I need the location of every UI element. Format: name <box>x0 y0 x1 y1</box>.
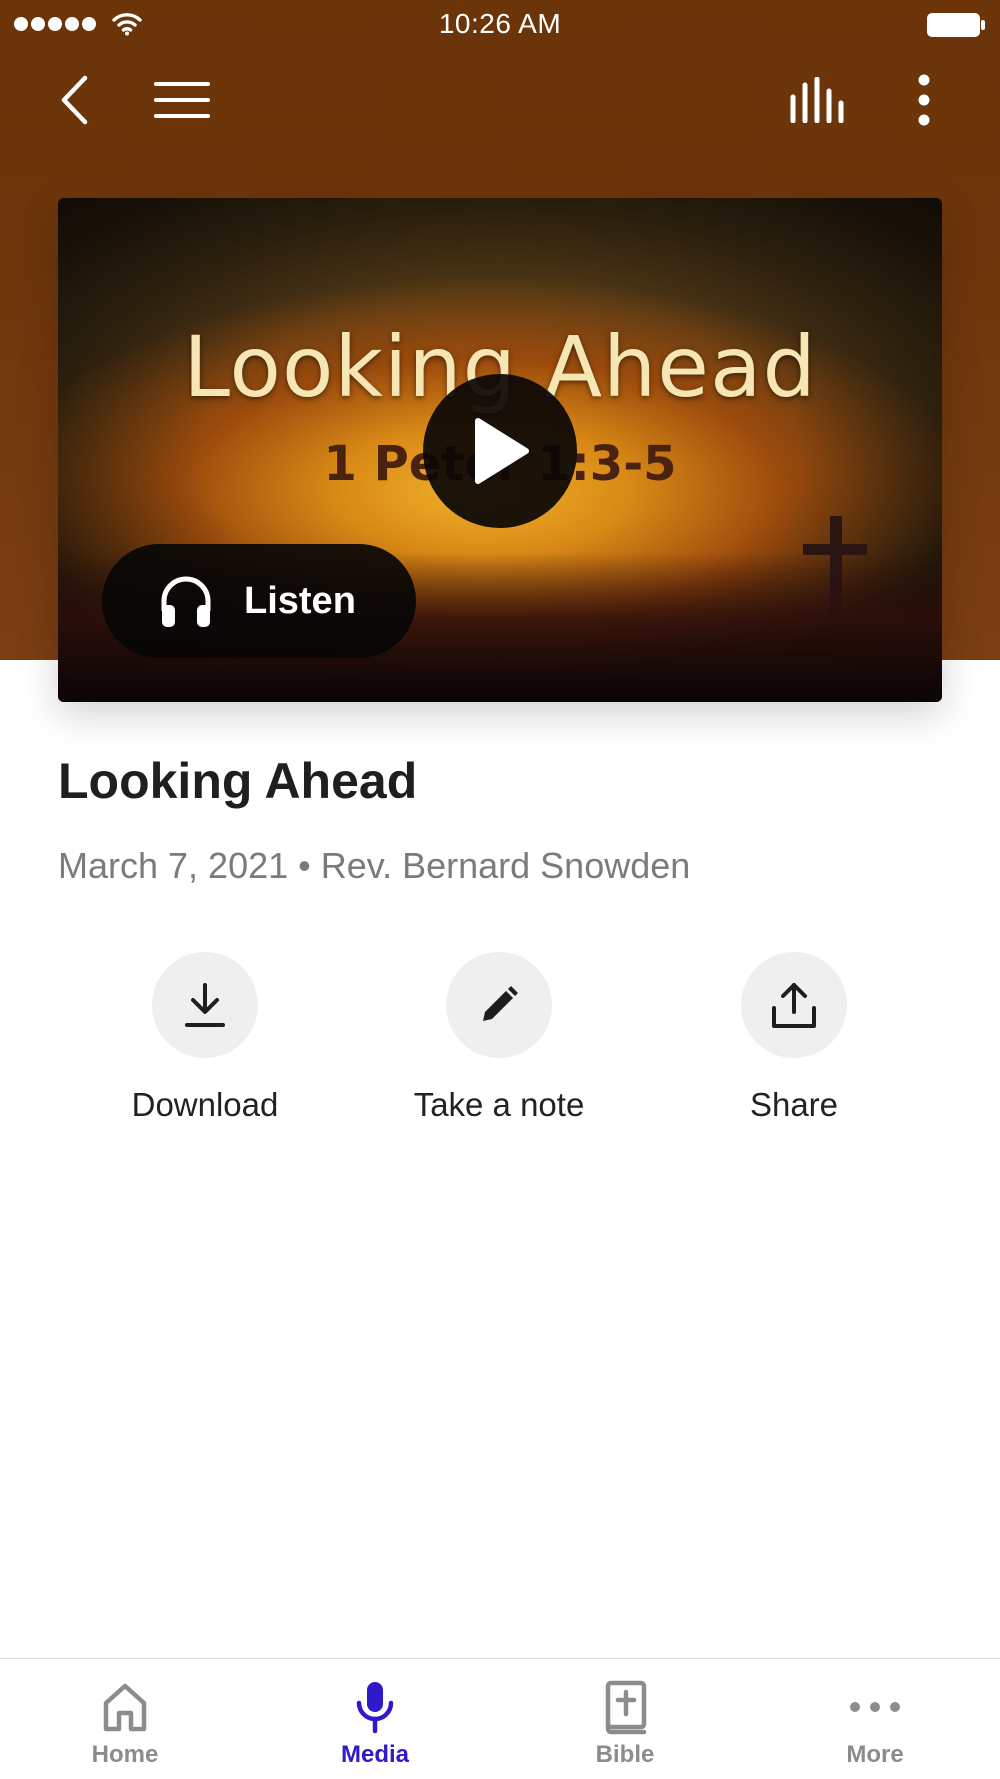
menu-button[interactable] <box>152 70 212 130</box>
share-label: Share <box>749 1086 839 1123</box>
play-icon <box>475 418 529 484</box>
download-circle <box>152 952 258 1058</box>
battery-icon <box>927 13 985 37</box>
sermon-meta: March 7, 2021 • Rev. Bernard Snowden <box>58 845 691 886</box>
listen-label: Listen <box>244 579 356 622</box>
bottom-tab-bar: Home Media Bible More <box>0 1658 1000 1779</box>
tab-home[interactable]: Home <box>0 1659 250 1779</box>
download-icon <box>185 983 225 1027</box>
listen-button[interactable]: Listen <box>102 544 416 658</box>
headphones-icon <box>161 576 211 627</box>
share-icon <box>772 983 816 1028</box>
take-note-label: Take a note <box>413 1086 585 1123</box>
tab-bible[interactable]: Bible <box>500 1659 750 1779</box>
share-button[interactable]: Share <box>669 952 919 1124</box>
download-label: Download <box>131 1086 279 1123</box>
microphone-icon <box>356 1682 394 1734</box>
share-circle <box>741 952 847 1058</box>
tab-home-label: Home <box>91 1741 159 1768</box>
home-icon <box>103 1683 147 1732</box>
more-dots-icon <box>850 1702 900 1712</box>
sermon-title: Looking Ahead <box>58 753 418 809</box>
pencil-icon <box>483 986 518 1021</box>
tab-more[interactable]: More <box>750 1659 1000 1779</box>
tab-bible-label: Bible <box>595 1741 655 1768</box>
sermon-artwork: Looking Ahead 1 Peter 1:3-5 Listen <box>58 198 942 702</box>
take-note-circle <box>446 952 552 1058</box>
status-time: 10:26 AM <box>438 8 562 39</box>
bible-icon <box>605 1680 647 1735</box>
take-note-button[interactable]: Take a note <box>374 952 624 1124</box>
tab-more-label: More <box>846 1741 904 1768</box>
tab-media-label: Media <box>340 1741 409 1768</box>
more-options-button[interactable] <box>894 70 954 130</box>
now-playing-button[interactable] <box>787 70 847 130</box>
play-button[interactable] <box>423 374 577 528</box>
chevron-left-icon <box>61 75 88 125</box>
hamburger-menu-icon <box>154 82 210 118</box>
download-button[interactable]: Download <box>80 952 330 1124</box>
back-button[interactable] <box>44 70 104 130</box>
status-bar: 10:26 AM <box>0 0 1000 50</box>
tab-media[interactable]: Media <box>250 1659 500 1779</box>
vertical-dots-icon <box>918 74 930 126</box>
audio-bars-icon <box>790 77 844 123</box>
